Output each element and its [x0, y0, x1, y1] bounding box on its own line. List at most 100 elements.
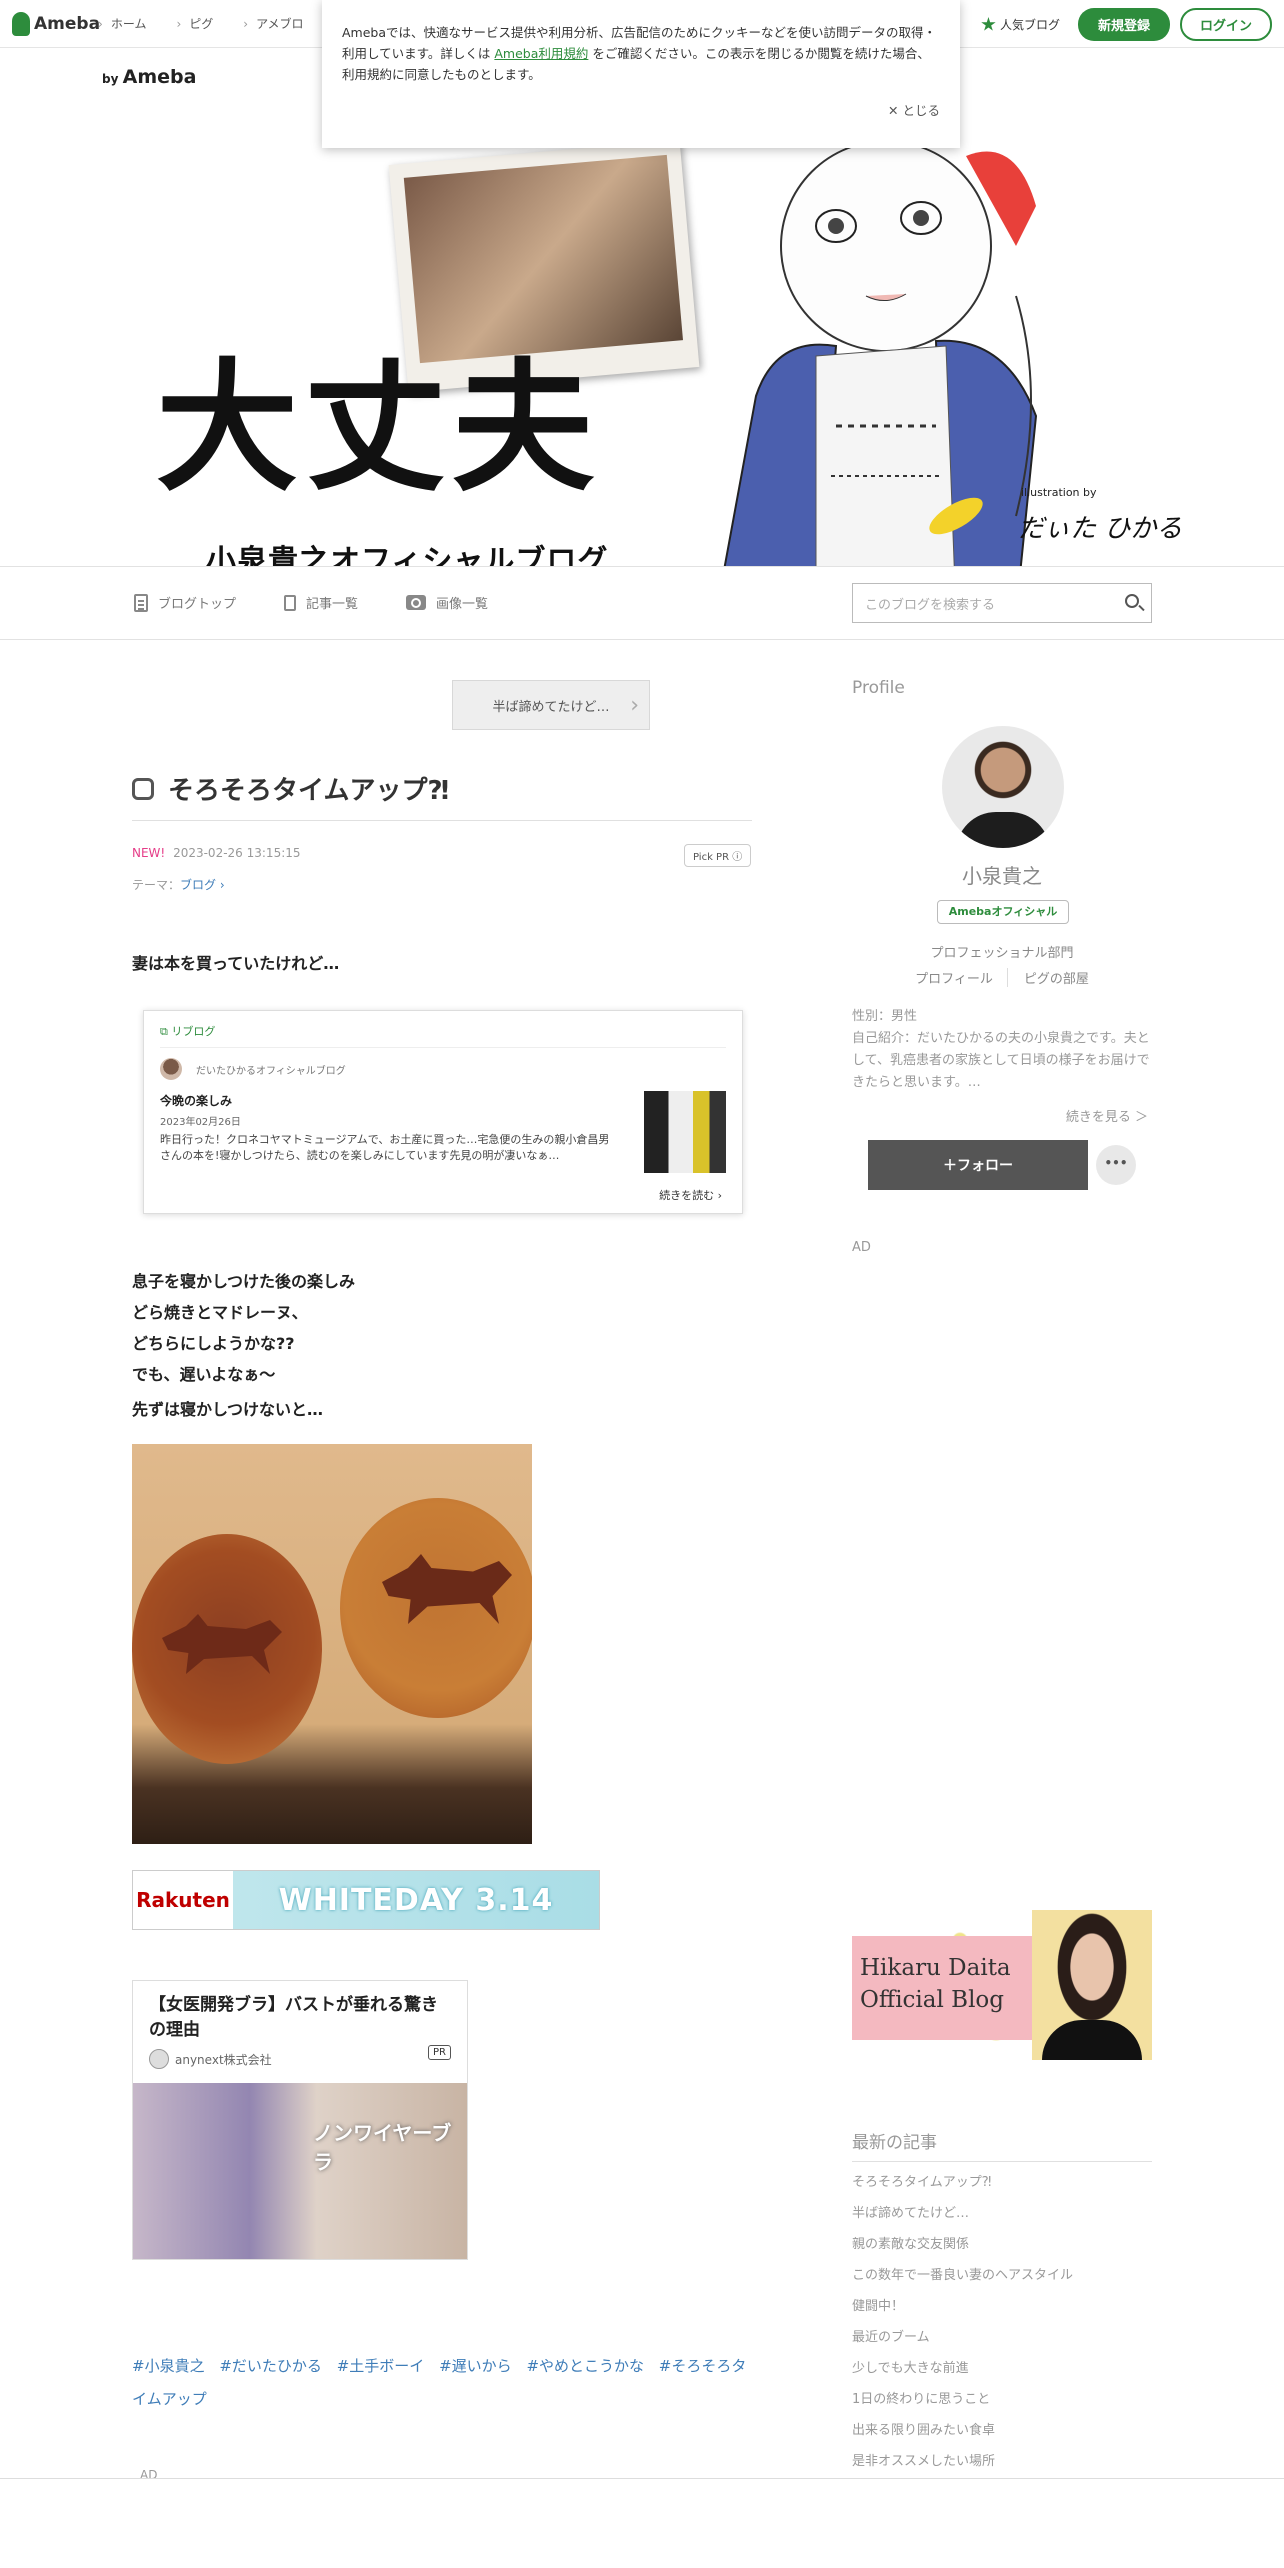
latest-entry-link[interactable]: この数年で一番良い妻のヘアスタイル [852, 2265, 1152, 2296]
latest-entry-link[interactable]: 出来る限り囲みたい食卓 [852, 2420, 1152, 2451]
latest-entries-list: そろそろタイムアップ⁈ 半ば諦めてたけど… 親の素敵な交友関係 この数年で一番良… [852, 2172, 1152, 2482]
hashtag[interactable]: #だいたひかる [219, 2357, 322, 2375]
nav-entry-list[interactable]: 記事一覧 [280, 590, 359, 612]
reblog-read-more[interactable]: 続きを読む › [659, 1187, 722, 1203]
profile-department: プロフェッショナル部門 [930, 946, 1074, 961]
cookie-close-button[interactable]: ✕ とじる [888, 100, 940, 121]
latest-entries-heading: 最新の記事 [852, 2128, 1152, 2162]
more-options-button[interactable]: ••• [1096, 1145, 1136, 1185]
theme-prefix: テーマ： [132, 878, 181, 892]
ameba-logo[interactable]: Ameba [12, 12, 100, 36]
ad-company-name: anynext株式会社 [175, 2052, 272, 2067]
entry-title-text[interactable]: そろそろタイムアップ⁈ [168, 770, 449, 807]
reblog-date: 2023年02月26日 [160, 1117, 241, 1128]
new-badge: NEW! [132, 846, 166, 860]
login-button[interactable]: ログイン [1179, 8, 1272, 41]
entry-paragraph: 妻は本を買っていたけれど… [132, 954, 340, 973]
company-logo-icon [149, 2049, 169, 2069]
hashtag[interactable]: #遅いから [439, 2357, 512, 2375]
latest-entry-link[interactable]: 最近のブーム [852, 2327, 1152, 2358]
illustration-credit: illustration by [1021, 486, 1097, 499]
search-icon[interactable] [1125, 594, 1139, 608]
profile-name[interactable]: 小泉貴之 [852, 860, 1152, 889]
blog-subtitle: 小泉貴之オフィシャルブログ [206, 544, 609, 566]
hashtag[interactable]: #土手ボーイ [337, 2357, 425, 2375]
entry-line: どら焼きとマドレーヌ、 [132, 1303, 308, 1322]
reblog-body: 昨日行った！クロネコヤマトミュージアムで、お土産に買った…宅急便の生みの親小倉昌… [160, 1133, 610, 1162]
by-ameba: by Ameba [102, 66, 196, 88]
signup-button[interactable]: 新規登録 [1077, 8, 1170, 41]
rakuten-logo: Rakuten [133, 1871, 233, 1929]
hashtag[interactable]: #やめとこうかな [526, 2357, 644, 2375]
ad-label: AD [852, 1240, 871, 1255]
ameba-frog-icon [12, 12, 30, 36]
entry-line: 息子を寝かしつけた後の楽しみ [132, 1272, 356, 1291]
header-actions: 人気ブログ 新規登録 ログイン [981, 8, 1272, 41]
pickpr-badge[interactable]: Pick PR ⓘ [684, 844, 752, 867]
daita-blog-banner[interactable]: Hikaru Daita Official Blog [852, 1910, 1152, 2060]
reblog-thumbnail [644, 1091, 726, 1173]
global-nav: ホーム ピグ アメブロ [98, 15, 304, 32]
hashtag-list: #小泉貴之 #だいたひかる #土手ボーイ #遅いから #やめとこうかな #そろそ… [132, 2350, 754, 2416]
latest-entry-link[interactable]: 親の素敵な交友関係 [852, 2234, 1152, 2265]
ad-card[interactable]: 【女医開発ブラ】バストが垂れる驚きの理由 anynext株式会社 PR ノンワイ… [132, 1980, 468, 2260]
entry-meta: NEW! 2023-02-26 13:15:15 [132, 846, 301, 860]
prev-entry-button[interactable]: 半ば諦めてたけど… [452, 680, 650, 730]
popular-blog-link[interactable]: 人気ブログ [981, 16, 1060, 33]
nav-ameblo[interactable]: アメブロ [243, 15, 303, 32]
cookie-notice: Amebaでは、快適なサービス提供や利用分析、広告配信のためにクッキーなどを使い… [322, 0, 960, 148]
profile-text: 性別：男性 自己紹介：だいたひかるの夫の小泉貴之です。夫として、乳癌患者の家族と… [852, 1009, 1150, 1090]
pigg-room-link[interactable]: ピグの部屋 [1024, 968, 1089, 987]
reblog-author-name: だいたひかるオフィシャルブログ [196, 1065, 346, 1077]
by-ameba-logo: Ameba [122, 66, 197, 88]
star-icon [981, 17, 996, 31]
copy-icon [280, 590, 297, 611]
nav-image-list[interactable]: 画像一覧 [406, 593, 488, 612]
camera-icon [406, 595, 427, 610]
banner-portrait [1032, 1910, 1152, 2060]
reblog-icon [132, 777, 154, 800]
nav-home[interactable]: ホーム [98, 15, 147, 32]
nav-blog-top[interactable]: ブログトップ [134, 593, 236, 612]
latest-entry-link[interactable]: そろそろタイムアップ⁈ [852, 2172, 1152, 2203]
hashtag[interactable]: #小泉貴之 [132, 2357, 205, 2375]
document-icon [134, 593, 148, 612]
profile-more-link[interactable]: 続きを見る ＞ [852, 1106, 1152, 1125]
blog-title: 大丈夫 [156, 346, 600, 511]
logo-text: Ameba [34, 14, 101, 34]
profile-links: プロフィール ピグの部屋 [852, 968, 1152, 987]
entry-paragraph: 先ずは寝かしつけないと… [132, 1400, 324, 1419]
latest-entry-link[interactable]: 少しでも大きな前進 [852, 2358, 1152, 2389]
entry-line: でも、遅いよなぁ〜 [132, 1365, 276, 1384]
follow-button[interactable]: ＋フォロー [868, 1140, 1088, 1190]
rakuten-banner[interactable]: Rakuten WHITEDAY 3.14 [132, 1870, 600, 1930]
nav-image-list-label: 画像一覧 [436, 597, 489, 612]
illustrator-signature: だぃた ひかる [1018, 514, 1183, 544]
dorayaki-photo[interactable] [132, 1444, 532, 1844]
reblog-author: だいたひかるオフィシャルブログ [160, 1058, 726, 1080]
nav-pigg[interactable]: ピグ [176, 15, 213, 32]
avatar[interactable] [942, 726, 1064, 848]
entry-datetime: 2023-02-26 13:15:15 [173, 846, 301, 860]
profile-heading: Profile [852, 678, 905, 698]
profile-link[interactable]: プロフィール [915, 968, 1008, 987]
theme-link[interactable]: ブログ › [180, 878, 225, 892]
latest-entry-link[interactable]: 健闘中！ [852, 2296, 1152, 2327]
ad-label: AD [140, 2468, 158, 2482]
reblog-card[interactable]: ⧉ リブログ だいたひかるオフィシャルブログ 今晩の楽しみ 2023年02月26… [143, 1010, 743, 1214]
entry-body-lines: 息子を寝かしつけた後の楽しみ どら焼きとマドレーヌ、 どちらにしようかな?? で… [132, 1266, 355, 1390]
ad-company: anynext株式会社 [133, 2043, 467, 2075]
divider [132, 820, 752, 821]
latest-entry-link[interactable]: 1日の終わりに思うこと [852, 2389, 1152, 2420]
ad-image-text: ノンワイヤーブラ [313, 2121, 452, 2174]
entry-title: そろそろタイムアップ⁈ [132, 770, 449, 807]
search-placeholder: このブログを検索する [865, 597, 996, 613]
terms-link[interactable]: Ameba利用規約 [494, 46, 588, 61]
latest-entry-link[interactable]: 半ば諦めてたけど… [852, 2203, 1152, 2234]
nav-entry-list-label: 記事一覧 [306, 597, 359, 612]
nav-blog-top-label: ブログトップ [158, 597, 237, 612]
entry-theme: テーマ：ブログ › [132, 876, 225, 893]
blog-search-input[interactable]: このブログを検索する [852, 583, 1152, 623]
divider [0, 2478, 1284, 2479]
ad-title: 【女医開発ブラ】バストが垂れる驚きの理由 [149, 1995, 438, 2040]
